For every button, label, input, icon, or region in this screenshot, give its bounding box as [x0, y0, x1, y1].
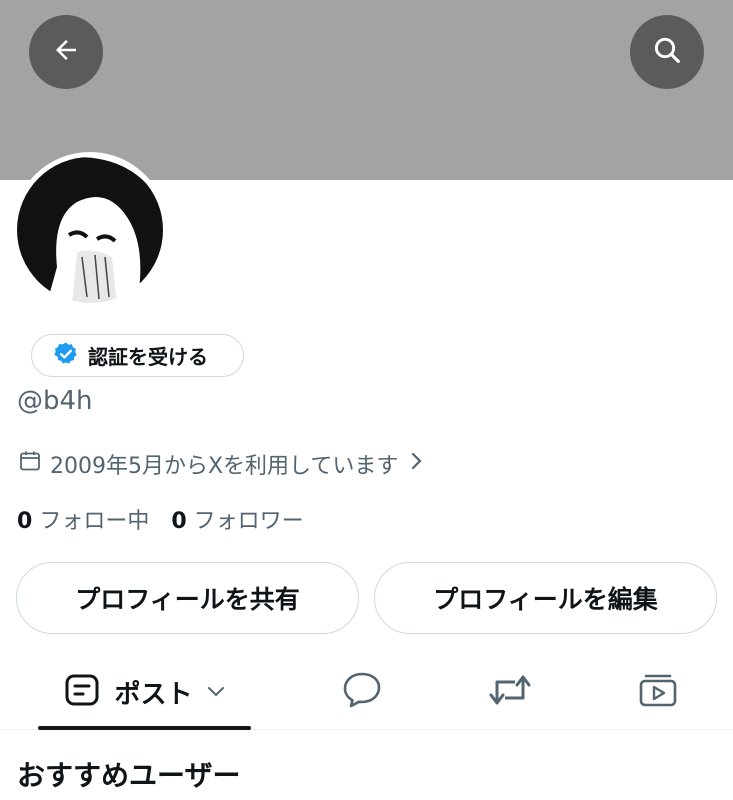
search-button[interactable] — [630, 15, 704, 89]
joined-date-text: 2009年5月からXを利用しています — [50, 454, 399, 479]
tab-reposts[interactable] — [470, 654, 550, 730]
reply-bubble-icon — [342, 671, 382, 713]
recommended-users-heading: おすすめユーザー — [17, 759, 241, 792]
followers-count: 0 — [171, 509, 187, 534]
get-verified-button[interactable]: 認証を受ける — [31, 334, 244, 377]
followers-label: フォロワー — [193, 509, 304, 534]
back-arrow-icon — [51, 35, 81, 69]
tab-replies[interactable] — [322, 654, 402, 730]
tab-media[interactable] — [618, 654, 698, 730]
posts-icon — [64, 672, 100, 712]
tab-posts-label: ポスト — [114, 679, 193, 710]
active-tab-indicator — [38, 726, 251, 730]
profile-tabs: ポスト — [0, 654, 733, 730]
manga-girl-avatar — [17, 157, 163, 303]
followers-link[interactable]: 0 フォロワー — [171, 503, 303, 535]
share-profile-button[interactable]: プロフィールを共有 — [16, 562, 359, 634]
chevron-right-icon — [410, 451, 424, 477]
profile-handle: @b4h — [17, 386, 93, 416]
tab-posts[interactable]: ポスト — [38, 654, 251, 730]
joined-date-row[interactable]: 2009年5月からXを利用しています — [18, 448, 424, 480]
repost-icon — [488, 673, 532, 711]
follow-stats: 0 フォロー中 0 フォロワー — [17, 503, 304, 535]
edit-profile-button[interactable]: プロフィールを編集 — [374, 562, 717, 634]
profile-banner[interactable] — [0, 0, 733, 180]
search-icon — [651, 34, 683, 70]
chevron-down-icon[interactable] — [207, 683, 225, 702]
back-button[interactable] — [29, 15, 103, 89]
avatar[interactable] — [12, 152, 168, 308]
following-link[interactable]: 0 フォロー中 — [17, 503, 149, 535]
calendar-icon — [18, 449, 42, 479]
following-count: 0 — [17, 509, 33, 534]
verified-badge-icon — [53, 341, 79, 371]
get-verified-label: 認証を受ける — [88, 345, 208, 369]
following-label: フォロー中 — [39, 509, 150, 534]
media-icon — [638, 672, 678, 712]
